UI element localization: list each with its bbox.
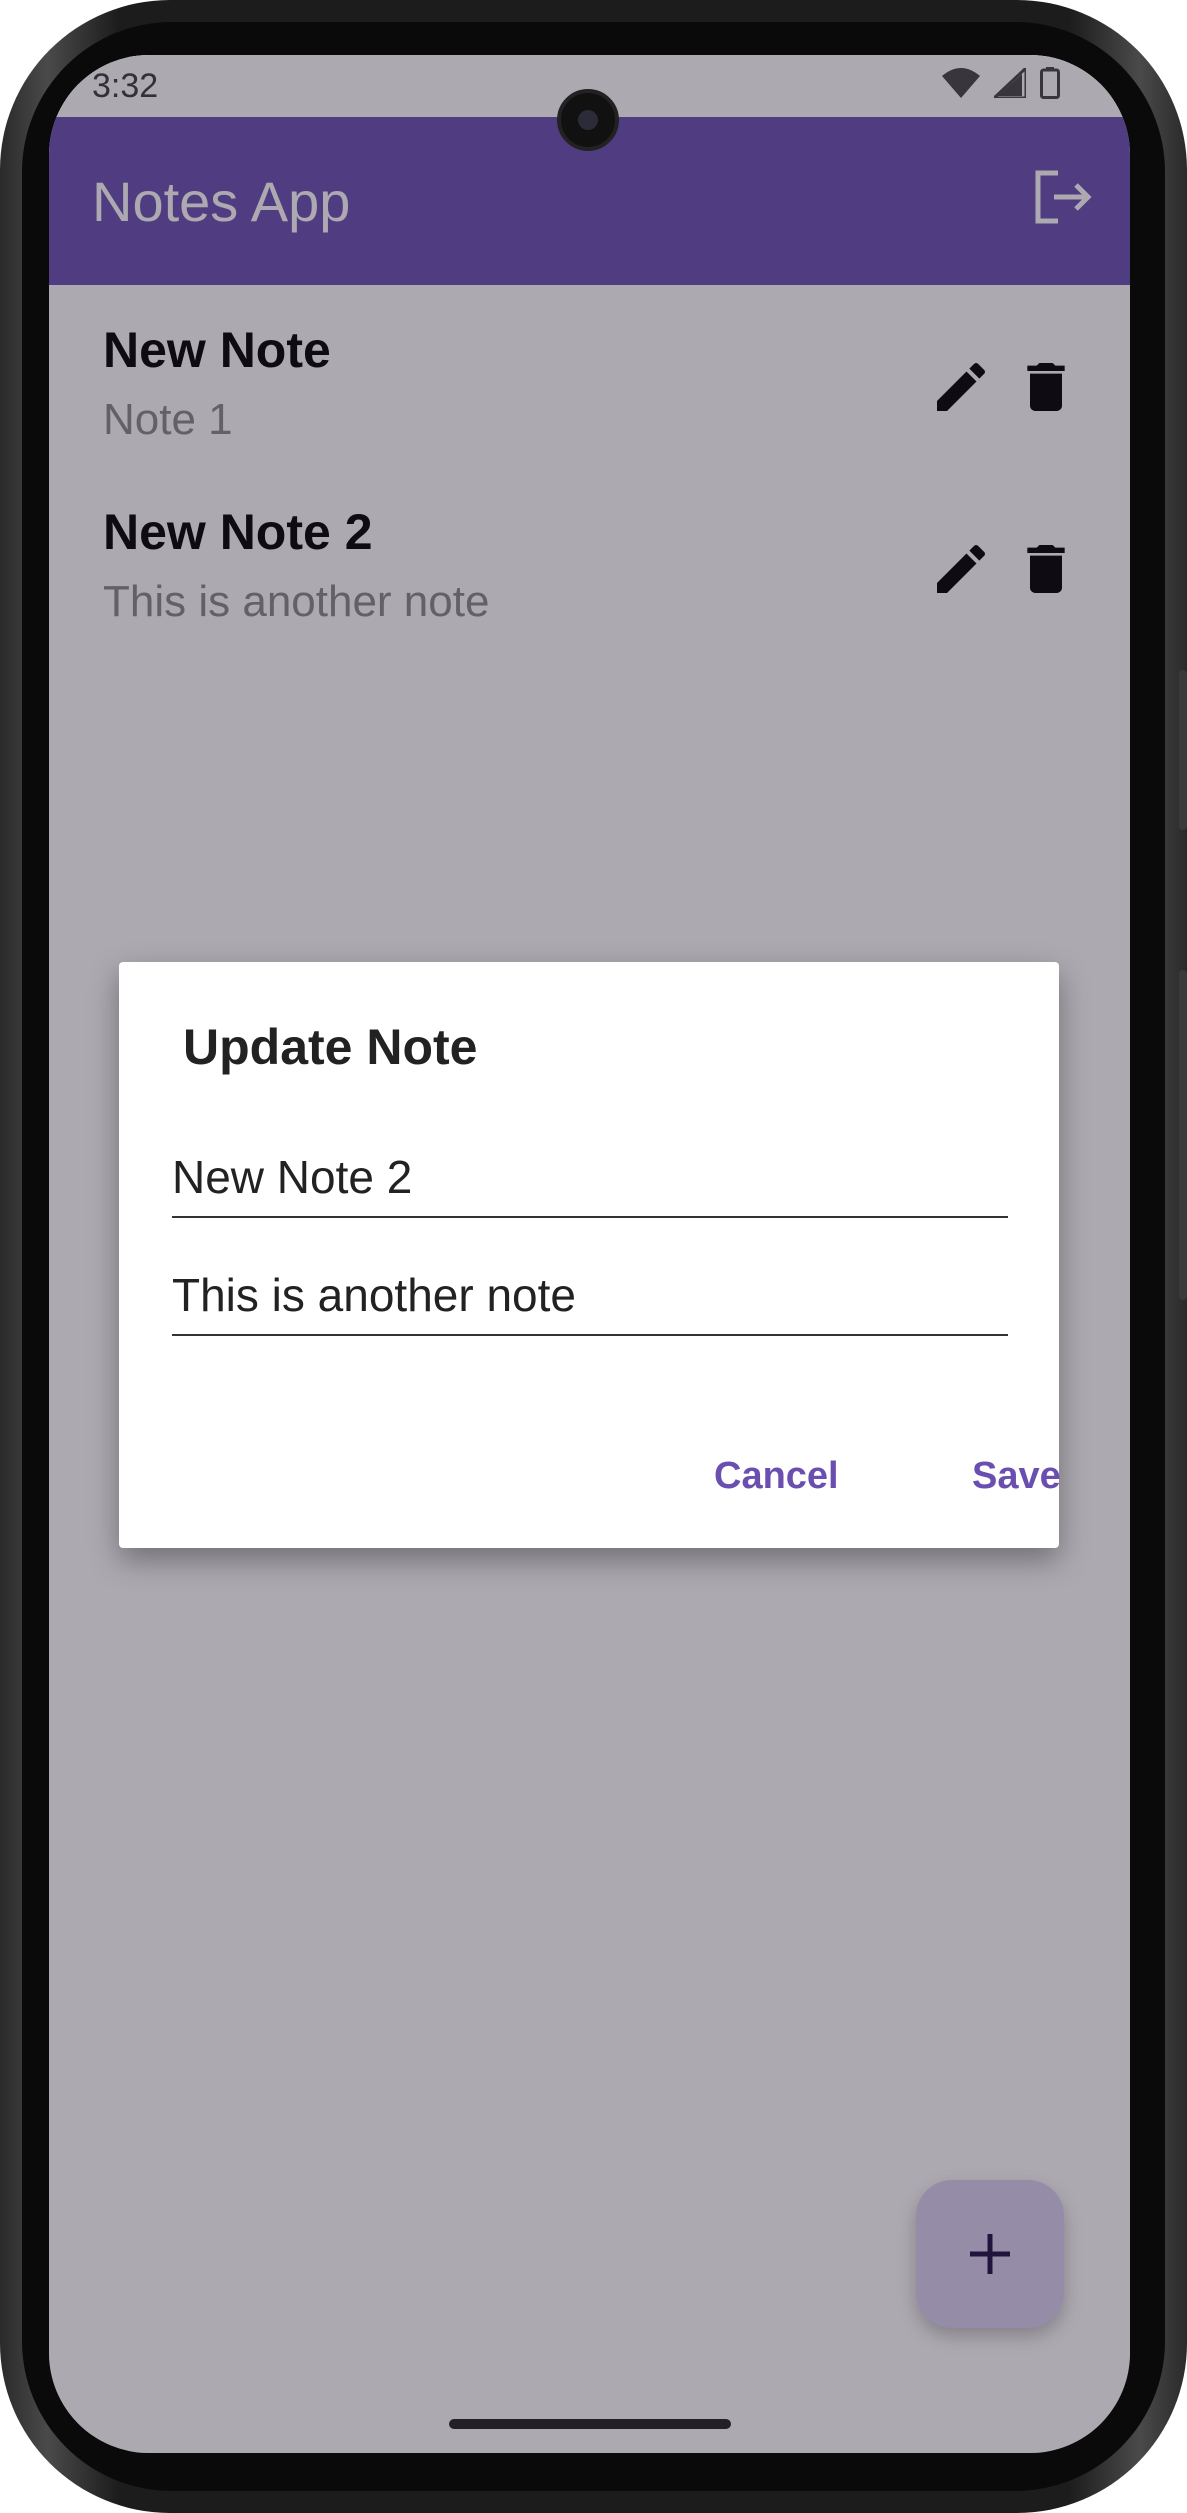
front-camera xyxy=(557,89,619,151)
cancel-button[interactable]: Cancel xyxy=(714,1455,839,1498)
power-button xyxy=(1179,970,1187,1300)
body-field xyxy=(172,1268,1008,1336)
save-button[interactable]: Save xyxy=(972,1455,1061,1498)
phone-frame: 3:32 Notes App New Note Note 1 New Note … xyxy=(0,0,1187,2513)
title-input[interactable] xyxy=(172,1150,1008,1216)
title-field xyxy=(172,1150,1008,1218)
body-input[interactable] xyxy=(172,1268,1008,1334)
dialog-title: Update Note xyxy=(183,1019,478,1075)
update-note-dialog: Update Note Cancel Save xyxy=(119,962,1061,1548)
screen: 3:32 Notes App New Note Note 1 New Note … xyxy=(49,55,1130,2453)
volume-button xyxy=(1179,670,1187,830)
